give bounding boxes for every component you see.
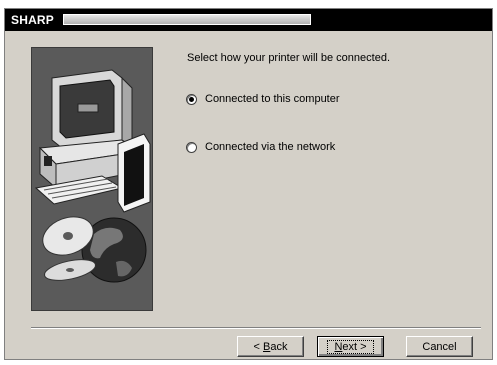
side-illustration-panel xyxy=(31,47,153,311)
printer-box-icon xyxy=(117,133,151,213)
title-bar: SHARP xyxy=(5,9,492,31)
computer-illustration xyxy=(34,69,151,283)
back-button[interactable]: < Back xyxy=(237,336,304,357)
cancel-button[interactable]: Cancel xyxy=(406,336,473,357)
title-progress-bar xyxy=(63,14,311,25)
cancel-button-label: Cancel xyxy=(422,340,457,353)
back-button-label: < Back xyxy=(253,340,288,353)
monitor-icon xyxy=(51,69,133,149)
option-network-label: Connected via the network xyxy=(205,141,336,153)
option-local-computer[interactable]: Connected to this computer xyxy=(186,93,340,105)
radio-selected-icon[interactable] xyxy=(186,93,197,105)
next-button-label: Next > xyxy=(327,339,374,354)
connection-prompt: Select how your printer will be connecte… xyxy=(187,52,390,64)
radio-unselected-icon[interactable] xyxy=(186,141,197,153)
next-button[interactable]: Next > xyxy=(317,336,384,357)
footer-divider xyxy=(31,327,481,329)
option-local-label: Connected to this computer xyxy=(205,93,340,105)
option-network[interactable]: Connected via the network xyxy=(186,141,335,153)
window-title: SHARP xyxy=(11,13,55,27)
